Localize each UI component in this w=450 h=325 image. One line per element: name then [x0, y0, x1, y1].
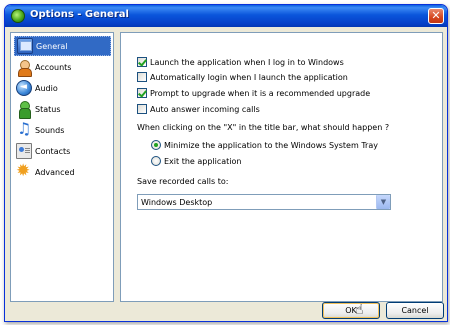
nav-item-label: General: [36, 41, 68, 51]
nav-item-contacts[interactable]: Contacts: [14, 141, 111, 161]
audio-icon: [16, 80, 32, 96]
option-label: Auto answer incoming calls: [150, 104, 260, 114]
nav-item-advanced[interactable]: Advanced: [14, 161, 111, 182]
launch-on-login-option[interactable]: Launch the application when I log in to …: [137, 57, 344, 67]
option-label: Exit the application: [164, 156, 242, 166]
auto-login-checkbox[interactable]: [137, 72, 147, 82]
question-text: When clicking on the "X" in the title ba…: [137, 123, 390, 132]
contacts-icon: [16, 143, 32, 159]
prompt-upgrade-option[interactable]: Prompt to upgrade when it is a recommend…: [137, 88, 370, 98]
nav-item-general[interactable]: General: [14, 36, 111, 56]
status-icon: [16, 101, 32, 119]
minimize-to-tray-radio[interactable]: [151, 140, 161, 150]
nav-item-label: Advanced: [35, 167, 75, 177]
exit-application-radio[interactable]: [151, 156, 161, 166]
auto-answer-checkbox[interactable]: [137, 104, 147, 114]
ok-button[interactable]: OK: [322, 302, 380, 319]
options-window: Options - General ✕ General Accounts Aud…: [4, 4, 448, 322]
title-bar[interactable]: Options - General ✕: [5, 5, 447, 27]
nav-item-label: Sounds: [35, 125, 65, 135]
nav-item-audio[interactable]: Audio: [14, 78, 111, 98]
app-icon: [11, 9, 25, 23]
options-nav: General Accounts Audio Status Sounds Con…: [10, 32, 114, 302]
general-panel: Launch the application when I log in to …: [120, 32, 443, 302]
auto-login-option[interactable]: Automatically login when I launch the ap…: [137, 72, 348, 82]
nav-item-label: Audio: [35, 83, 58, 93]
minimize-to-tray-option[interactable]: Minimize the application to the Windows …: [151, 140, 378, 150]
close-behavior-question: When clicking on the "X" in the title ba…: [137, 123, 389, 132]
nav-item-status[interactable]: Status: [14, 99, 111, 119]
nav-item-label: Accounts: [35, 62, 72, 72]
nav-item-accounts[interactable]: Accounts: [14, 57, 111, 77]
nav-item-sounds[interactable]: Sounds: [14, 119, 111, 140]
save-calls-value: Windows Desktop: [141, 197, 213, 207]
cancel-button[interactable]: Cancel: [386, 302, 444, 319]
window-title: Options - General: [30, 9, 129, 20]
mouse-cursor-icon: ☝: [355, 302, 364, 318]
save-calls-dropdown[interactable]: Windows Desktop ▼: [137, 194, 391, 210]
prompt-upgrade-checkbox[interactable]: [137, 88, 147, 98]
accounts-icon: [16, 59, 32, 77]
advanced-icon: [16, 161, 32, 181]
launch-on-login-checkbox[interactable]: [137, 57, 147, 67]
save-calls-text: Save recorded calls to:: [137, 177, 229, 186]
sounds-icon: [16, 119, 32, 138]
auto-answer-option[interactable]: Auto answer incoming calls: [137, 104, 260, 114]
option-label: Prompt to upgrade when it is a recommend…: [150, 88, 371, 98]
general-icon: [17, 38, 33, 54]
nav-item-label: Status: [35, 104, 61, 114]
option-label: Launch the application when I log in to …: [150, 57, 344, 67]
chevron-down-icon[interactable]: ▼: [376, 195, 390, 209]
close-button[interactable]: ✕: [428, 8, 444, 24]
option-label: Automatically login when I launch the ap…: [150, 72, 348, 82]
save-calls-label: Save recorded calls to:: [137, 177, 228, 186]
exit-application-option[interactable]: Exit the application: [151, 156, 242, 166]
option-label: Minimize the application to the Windows …: [164, 140, 378, 150]
nav-item-label: Contacts: [35, 146, 71, 156]
